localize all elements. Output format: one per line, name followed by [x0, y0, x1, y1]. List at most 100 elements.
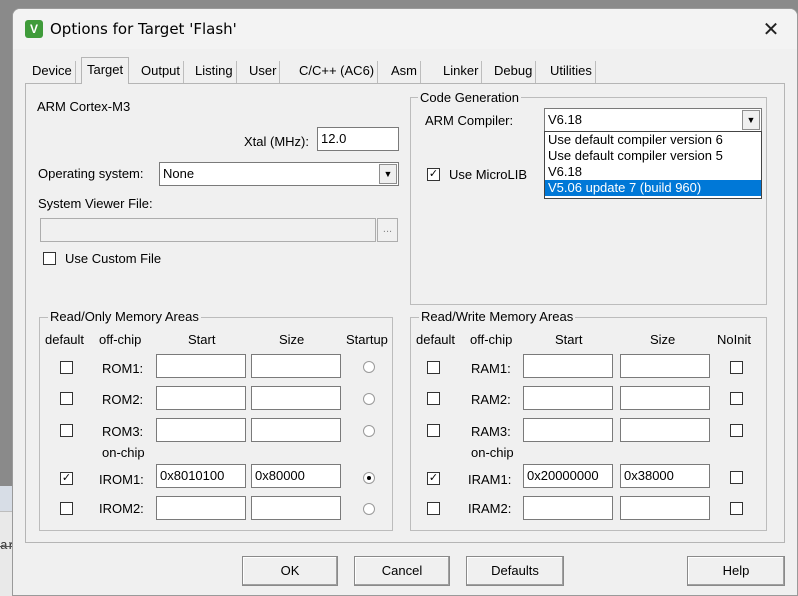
ro-onchip-label: on-chip: [102, 445, 145, 460]
rom3-label: ROM3:: [102, 424, 144, 439]
os-label: Operating system:: [38, 166, 144, 181]
irom1-label: IROM1:: [99, 472, 144, 487]
iram1-start-input[interactable]: 0x20000000: [523, 464, 613, 488]
rom1-startup-radio[interactable]: [363, 361, 375, 373]
defaults-button[interactable]: Defaults: [466, 556, 564, 586]
ram3-start-input[interactable]: [523, 418, 613, 442]
ro-header-offchip: off-chip: [99, 332, 142, 347]
tab-device[interactable]: Device: [29, 61, 76, 83]
svf-browse-button[interactable]: ...: [377, 218, 398, 242]
os-select[interactable]: None ▼: [159, 162, 399, 186]
rw-onchip-label: on-chip: [471, 445, 514, 460]
tab-user[interactable]: User: [246, 61, 281, 83]
microlib-label: Use MicroLIB: [449, 167, 528, 182]
iram1-default-checkbox[interactable]: ✓: [427, 472, 440, 485]
custom-file-checkbox[interactable]: [43, 252, 56, 265]
code-generation-title: Code Generation: [418, 90, 522, 105]
ram1-noinit-checkbox[interactable]: [730, 361, 743, 374]
irom2-default-checkbox[interactable]: [60, 502, 73, 515]
iram1-noinit-checkbox[interactable]: [730, 471, 743, 484]
chevron-down-icon[interactable]: ▼: [379, 164, 397, 184]
irom1-start-input[interactable]: 0x8010100: [156, 464, 246, 488]
ram2-start-input[interactable]: [523, 386, 613, 410]
iram2-size-input[interactable]: [620, 496, 710, 520]
tab-target[interactable]: Target: [81, 57, 130, 84]
cancel-button[interactable]: Cancel: [354, 556, 450, 586]
tab-asm[interactable]: Asm: [388, 61, 421, 83]
iram2-label: IRAM2:: [468, 501, 512, 516]
help-button[interactable]: Help: [687, 556, 785, 586]
ram3-label: RAM3:: [471, 424, 511, 439]
rom1-start-input[interactable]: [156, 354, 246, 378]
iram2-start-input[interactable]: [523, 496, 613, 520]
ram2-default-checkbox[interactable]: [427, 392, 440, 405]
irom2-startup-radio[interactable]: [363, 503, 375, 515]
ro-header-default: default: [45, 332, 85, 347]
rom3-size-input[interactable]: [251, 418, 341, 442]
irom1-startup-radio[interactable]: [363, 472, 375, 484]
options-dialog: V Options for Target 'Flash' ✕ Device Ta…: [12, 8, 798, 596]
custom-file-label: Use Custom File: [65, 251, 162, 266]
ram2-label: RAM2:: [471, 392, 511, 407]
svf-label: System Viewer File:: [38, 196, 153, 211]
tab-utilities[interactable]: Utilities: [547, 61, 596, 83]
rom2-startup-radio[interactable]: [363, 393, 375, 405]
xtal-input[interactable]: 12.0: [317, 127, 399, 151]
compiler-option[interactable]: Use default compiler version 5: [545, 148, 761, 164]
close-button[interactable]: ✕: [759, 17, 783, 41]
compiler-label: ARM Compiler:: [425, 113, 514, 128]
ram3-noinit-checkbox[interactable]: [730, 424, 743, 437]
rom1-default-checkbox[interactable]: [60, 361, 73, 374]
rw-header-default: default: [416, 332, 456, 347]
ram3-default-checkbox[interactable]: [427, 424, 440, 437]
iram2-default-checkbox[interactable]: [427, 502, 440, 515]
rom3-default-checkbox[interactable]: [60, 424, 73, 437]
irom2-start-input[interactable]: [156, 496, 246, 520]
rom1-label: ROM1:: [102, 361, 144, 376]
ro-memory-title: Read/Only Memory Areas: [48, 309, 201, 324]
ram1-start-input[interactable]: [523, 354, 613, 378]
irom1-default-checkbox[interactable]: ✓: [60, 472, 73, 485]
rom2-start-input[interactable]: [156, 386, 246, 410]
ram2-size-input[interactable]: [620, 386, 710, 410]
device-name: ARM Cortex-M3: [37, 99, 131, 114]
irom1-size-input[interactable]: 0x80000: [251, 464, 341, 488]
compiler-select[interactable]: V6.18 ▼: [544, 108, 762, 132]
rom2-label: ROM2:: [102, 392, 144, 407]
irom2-size-input[interactable]: [251, 496, 341, 520]
xtal-label: Xtal (MHz):: [244, 134, 309, 149]
title-bar[interactable]: V Options for Target 'Flash' ✕: [13, 9, 797, 49]
tab-debug[interactable]: Debug: [491, 61, 537, 83]
tab-c-cpp[interactable]: C/C++ (AC6): [296, 61, 379, 83]
chevron-down-icon[interactable]: ▼: [742, 110, 760, 130]
rom2-default-checkbox[interactable]: [60, 392, 73, 405]
keil-uvision-icon: V: [25, 20, 43, 38]
window-title: Options for Target 'Flash': [50, 20, 237, 38]
tab-output[interactable]: Output: [138, 61, 185, 83]
microlib-checkbox[interactable]: ✓: [427, 168, 440, 181]
ram1-default-checkbox[interactable]: [427, 361, 440, 374]
compiler-option[interactable]: V6.18: [545, 164, 761, 180]
rom2-size-input[interactable]: [251, 386, 341, 410]
iram1-size-input[interactable]: 0x38000: [620, 464, 710, 488]
compiler-option-highlighted[interactable]: V5.06 update 7 (build 960): [545, 180, 761, 196]
tab-linker[interactable]: Linker: [440, 61, 483, 83]
irom2-label: IROM2:: [99, 501, 144, 516]
ram1-label: RAM1:: [471, 361, 511, 376]
ram2-noinit-checkbox[interactable]: [730, 392, 743, 405]
iram2-noinit-checkbox[interactable]: [730, 502, 743, 515]
rw-header-noinit: NoInit: [717, 332, 751, 347]
tab-listing[interactable]: Listing: [192, 61, 237, 83]
ram1-size-input[interactable]: [620, 354, 710, 378]
ram3-size-input[interactable]: [620, 418, 710, 442]
rw-header-start: Start: [555, 332, 583, 347]
rom3-startup-radio[interactable]: [363, 425, 375, 437]
compiler-option[interactable]: Use default compiler version 6: [545, 132, 761, 148]
rw-header-size: Size: [650, 332, 676, 347]
rom3-start-input[interactable]: [156, 418, 246, 442]
compiler-dropdown-list[interactable]: Use default compiler version 6 Use defau…: [544, 131, 762, 199]
rom1-size-input[interactable]: [251, 354, 341, 378]
ro-header-startup: Startup: [346, 332, 388, 347]
ok-button[interactable]: OK: [242, 556, 338, 586]
svf-input[interactable]: [40, 218, 376, 242]
